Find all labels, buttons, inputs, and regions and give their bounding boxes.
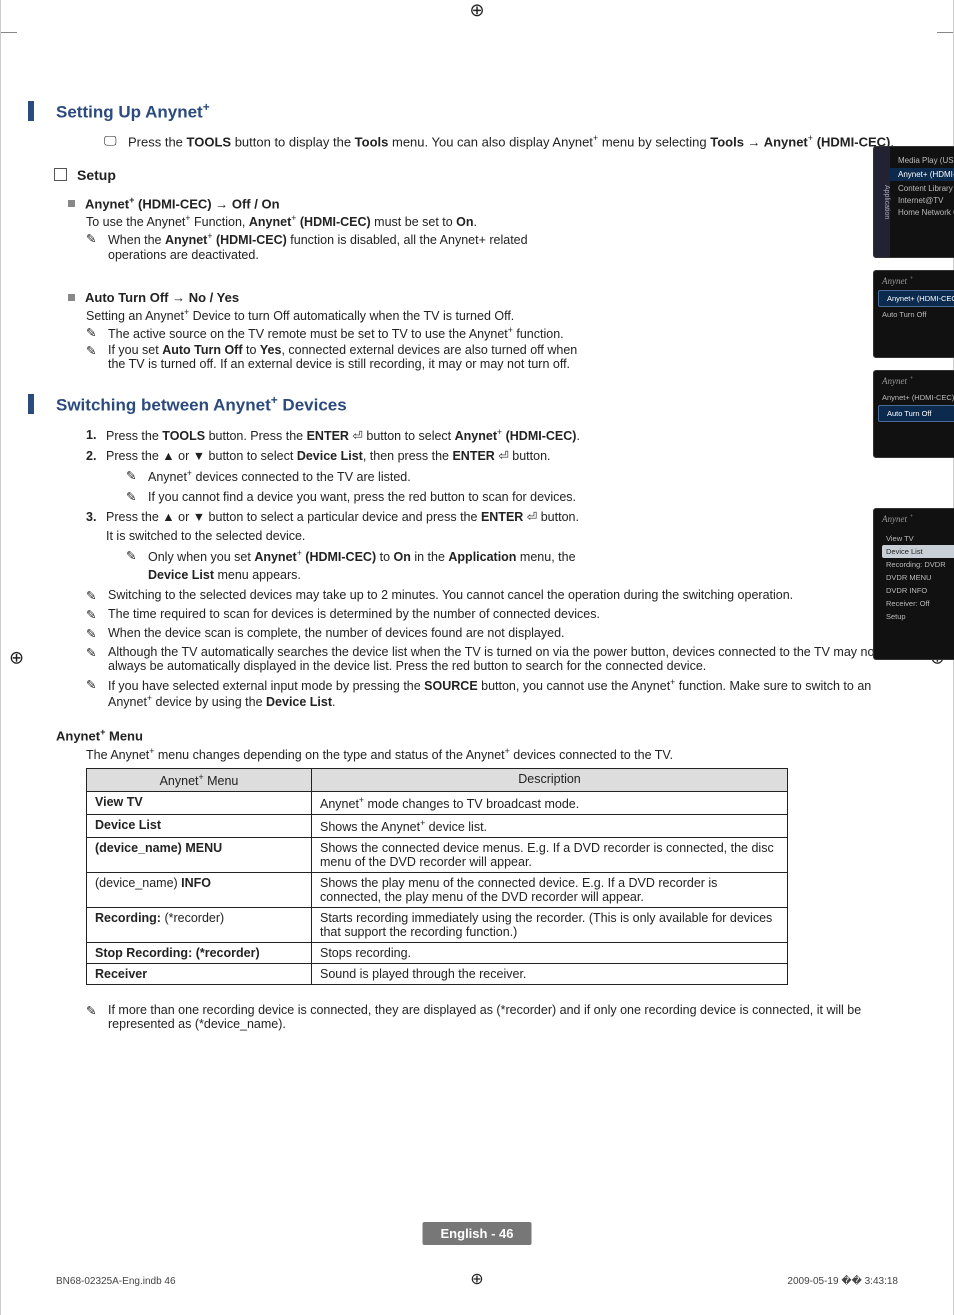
- anynet-menu-table: Anynet+ Menu Description View TVAnynet+ …: [86, 768, 788, 985]
- table-cell-menu: Device List: [87, 815, 312, 838]
- step2-note-1: ✎ Anynet+ devices connected to the TV ar…: [126, 467, 586, 486]
- osd-app-item-selected: Anynet+ (HDMI-CEC): [890, 168, 954, 181]
- note-icon: ✎: [126, 488, 142, 506]
- osd-dev-item: DVDR INFO: [882, 584, 954, 597]
- table-row: (device_name) INFOShows the play menu of…: [87, 873, 788, 908]
- step-2: Press the ▲ or ▼ button to select Device…: [106, 449, 551, 463]
- square-bullet-icon: [54, 168, 67, 181]
- switching-steps: 1.Press the TOOLS button. Press the ENTE…: [86, 426, 586, 584]
- note-icon: ✎: [86, 607, 102, 622]
- bullet-icon: [68, 294, 75, 301]
- note-icon: ✎: [86, 626, 102, 641]
- note-icon: ✎: [86, 231, 102, 246]
- table-cell-menu: (device_name) INFO: [87, 873, 312, 908]
- hdmi-cec-desc: To use the Anynet+ Function, Anynet+ (HD…: [86, 213, 586, 229]
- note-icon: ✎: [86, 645, 102, 660]
- osd-app-vtab: Application: [874, 147, 890, 257]
- table-row: View TVAnynet+ mode changes to TV broadc…: [87, 792, 788, 815]
- table-cell-menu: (device_name) MENU: [87, 838, 312, 873]
- note-icon: ✎: [86, 677, 102, 692]
- osd-app-item: Home Network Centre: [898, 208, 954, 217]
- setup-subhead: Setup: [54, 167, 898, 183]
- osd-application-menu: Application Media Play (USB & DLNA) Anyn…: [873, 146, 954, 258]
- switching-note: ✎If you have selected external input mod…: [86, 677, 898, 709]
- hdmi-cec-note: ✎ When the Anynet+ (HDMI-CEC) function i…: [86, 231, 586, 261]
- note-icon: ✎: [86, 588, 102, 603]
- osd-setup2-row: Anynet+ (HDMI-CEC): On: [874, 390, 954, 405]
- menu-afternote: ✎ If more than one recording device is c…: [86, 1003, 898, 1031]
- osd-dev-item: DVDR MENU: [882, 571, 954, 584]
- table-cell-menu: View TV: [87, 792, 312, 815]
- osd-dev-item: Receiver: Off: [882, 597, 954, 610]
- step3-note-1: ✎ Only when you set Anynet+ (HDMI-CEC) t…: [126, 547, 586, 584]
- step2-note-2: ✎ If you cannot find a device you want, …: [126, 488, 586, 506]
- switching-note: ✎Switching to the selected devices may t…: [86, 588, 898, 603]
- table-row: Device ListShows the Anynet+ device list…: [87, 815, 788, 838]
- osd-device-list: Anynet + View TVDevice ListRecording: DV…: [873, 508, 954, 660]
- table-row: Stop Recording: (*recorder)Stops recordi…: [87, 943, 788, 964]
- note-icon: ✎: [126, 547, 142, 565]
- auto-turn-off-item: Auto Turn Off → No / Yes: [68, 290, 586, 305]
- crop-mark-left: ⊕: [9, 647, 24, 668]
- table-header-desc: Description: [312, 768, 788, 791]
- anynet-menu-desc: The Anynet+ menu changes depending on th…: [86, 746, 898, 762]
- section-setting-up: Setting Up Anynet+: [56, 100, 898, 123]
- footer-filename: BN68-02325A-Eng.indb 46: [56, 1276, 176, 1287]
- tools-intro-text: Press the TOOLS button to display the To…: [128, 133, 894, 149]
- table-row: (device_name) MENUShows the connected de…: [87, 838, 788, 873]
- table-cell-menu: Stop Recording: (*recorder): [87, 943, 312, 964]
- step-3: Press the ▲ or ▼ button to select a part…: [106, 510, 579, 542]
- table-row: Recording: (*recorder)Starts recording i…: [87, 908, 788, 943]
- anynet-menu-head: Anynet+ Menu: [56, 727, 898, 743]
- heading-text: Setting Up Anynet: [56, 103, 203, 122]
- osd-app-item: Internet@TV: [898, 196, 954, 205]
- table-cell-desc: Anynet+ mode changes to TV broadcast mod…: [312, 792, 788, 815]
- osd-app-item: Content Library: [898, 184, 954, 193]
- table-cell-desc: Stops recording.: [312, 943, 788, 964]
- osd-dev-item-selected: Device List: [882, 545, 954, 558]
- osd-setup-2: Anynet +Setup Anynet+ (HDMI-CEC): On Aut…: [873, 370, 954, 458]
- switching-note: ✎The time required to scan for devices i…: [86, 607, 898, 622]
- note-icon: ✎: [126, 467, 142, 485]
- table-cell-menu: Receiver: [87, 964, 312, 985]
- page-number: English - 46: [423, 1222, 532, 1245]
- section-switching: Switching between Anynet+ Devices: [56, 393, 898, 416]
- crop-mark-bottom: ⊕: [470, 1269, 483, 1289]
- note-icon: ✎: [86, 1003, 102, 1018]
- switching-note: ✎When the device scan is complete, the n…: [86, 626, 898, 641]
- table-row: ReceiverSound is played through the rece…: [87, 964, 788, 985]
- note-icon: ✎: [86, 343, 102, 358]
- tools-intro: 🖵 Press the TOOLS button to display the …: [104, 133, 898, 149]
- table-cell-desc: Shows the connected device menus. E.g. I…: [312, 838, 788, 873]
- footer-timestamp: 2009-05-19 �� 3:43:18: [787, 1276, 898, 1287]
- note-icon: ✎: [86, 325, 102, 340]
- table-cell-desc: Shows the Anynet+ device list.: [312, 815, 788, 838]
- table-header-menu: Anynet+ Menu: [87, 768, 312, 791]
- osd-dev-item: View TV: [882, 532, 954, 545]
- table-cell-desc: Starts recording immediately using the r…: [312, 908, 788, 943]
- osd-app-item: Media Play (USB & DLNA): [898, 156, 954, 165]
- osd-dev-item: Recording: DVDR: [882, 558, 954, 571]
- osd-dev-item: Setup: [882, 610, 954, 623]
- osd-setup1-row-selected: Anynet+ (HDMI-CEC): On: [878, 290, 954, 307]
- step-1: Press the TOOLS button. Press the ENTER …: [106, 429, 580, 443]
- table-cell-desc: Sound is played through the receiver.: [312, 964, 788, 985]
- table-cell-desc: Shows the play menu of the connected dev…: [312, 873, 788, 908]
- bullet-icon: [68, 200, 75, 207]
- crop-mark-top: ⊕: [469, 0, 484, 21]
- hdmi-cec-item: Anynet+ (HDMI-CEC) → Off / On: [68, 195, 586, 211]
- auto-turn-off-desc: Setting an Anynet+ Device to turn Off au…: [86, 307, 586, 323]
- osd-setup1-row: Auto Turn Off: Yes: [874, 307, 954, 322]
- auto-note-1: ✎ The active source on the TV remote mus…: [86, 325, 586, 341]
- auto-note-2: ✎ If you set Auto Turn Off to Yes, conne…: [86, 343, 586, 371]
- switching-note: ✎Although the TV automatically searches …: [86, 645, 898, 673]
- tools-icon: 🖵: [104, 133, 122, 149]
- osd-setup2-row-selected: Auto Turn Off: Yes: [878, 405, 954, 422]
- osd-setup-1: Anynet +Setup Anynet+ (HDMI-CEC): On Aut…: [873, 270, 954, 358]
- table-cell-menu: Recording: (*recorder): [87, 908, 312, 943]
